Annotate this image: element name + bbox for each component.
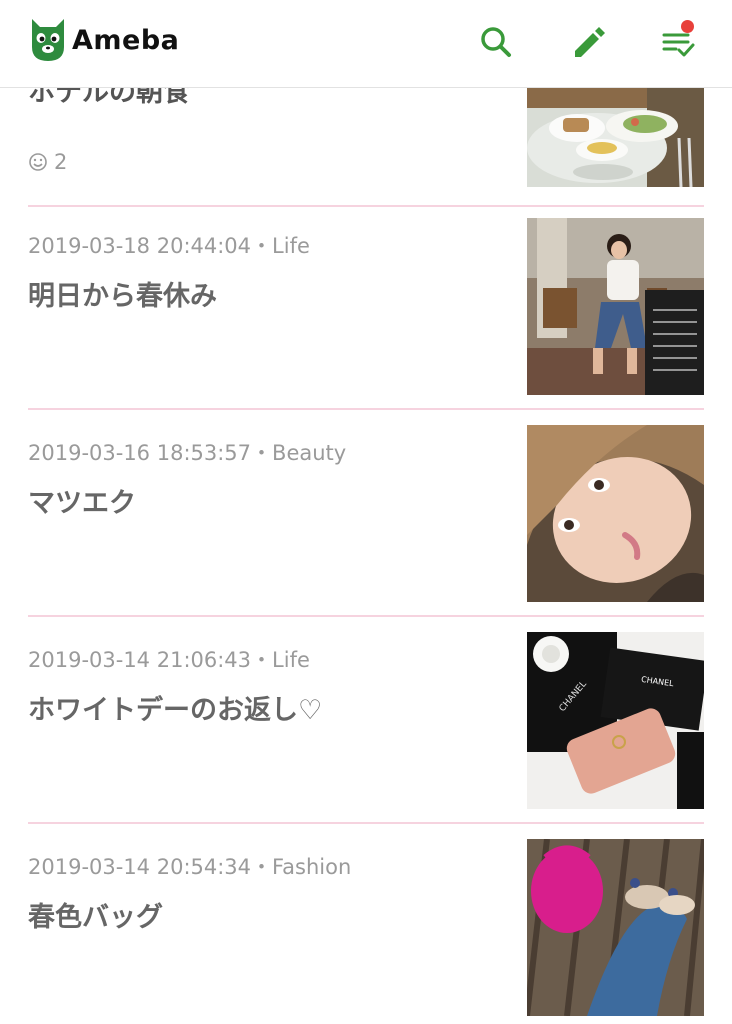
breakfast-photo [527, 88, 704, 187]
entry-date-category: 2019-03-18 20:44:04・Life [28, 234, 310, 258]
blog-entry[interactable]: 2019-03-14 20:54:34・Fashion 春色バッグ [28, 824, 704, 1024]
entry-date-category: 2019-03-14 21:06:43・Life [28, 648, 310, 672]
selfie-photo [527, 425, 704, 602]
entry-thumbnail[interactable] [527, 218, 704, 395]
notification-dot [681, 20, 694, 33]
like-count-value: 2 [54, 150, 68, 174]
entry-title: 春色バッグ [28, 902, 163, 933]
wallet-photo: CHANEL CHANEL [527, 632, 704, 809]
cafe-photo [527, 218, 704, 395]
entry-thumbnail[interactable] [527, 839, 704, 1016]
blog-entry[interactable]: 2019-03-18 20:44:04・Life 明日から春休み [28, 203, 704, 410]
blog-entry[interactable]: 2019-03-14 21:06:43・Life ホワイトデーのお返し♡ CHA… [28, 617, 704, 824]
search-button[interactable] [476, 20, 516, 64]
entry-thumbnail[interactable] [527, 88, 704, 187]
pencil-icon [575, 27, 605, 57]
entry-title: ホワイトデーのお返し♡ [28, 695, 323, 726]
blog-entry[interactable]: 2019-03-16 18:53:57・Beauty マツエク [28, 410, 704, 617]
search-icon [481, 27, 511, 57]
entry-date-category: 2019-03-16 18:53:57・Beauty [28, 441, 347, 465]
ameba-logo[interactable]: Ameba [28, 16, 179, 64]
write-post-button[interactable] [568, 20, 608, 64]
entry-thumbnail[interactable]: CHANEL CHANEL [527, 632, 704, 809]
smile-icon [29, 153, 47, 171]
entry-date-category: 2019-03-14 20:54:34・Fashion [28, 855, 352, 879]
like-count[interactable]: 2 [28, 150, 67, 174]
entry-thumbnail[interactable] [527, 425, 704, 602]
entry-title: マツエク [28, 488, 136, 519]
brand-name: Ameba [72, 24, 180, 56]
ameba-mascot-icon [32, 19, 64, 61]
entry-title: 明日から春休み [28, 281, 217, 312]
reading-list-button[interactable] [658, 20, 698, 64]
app-header: Ameba [0, 0, 732, 88]
pink-bag-photo [527, 839, 704, 1016]
